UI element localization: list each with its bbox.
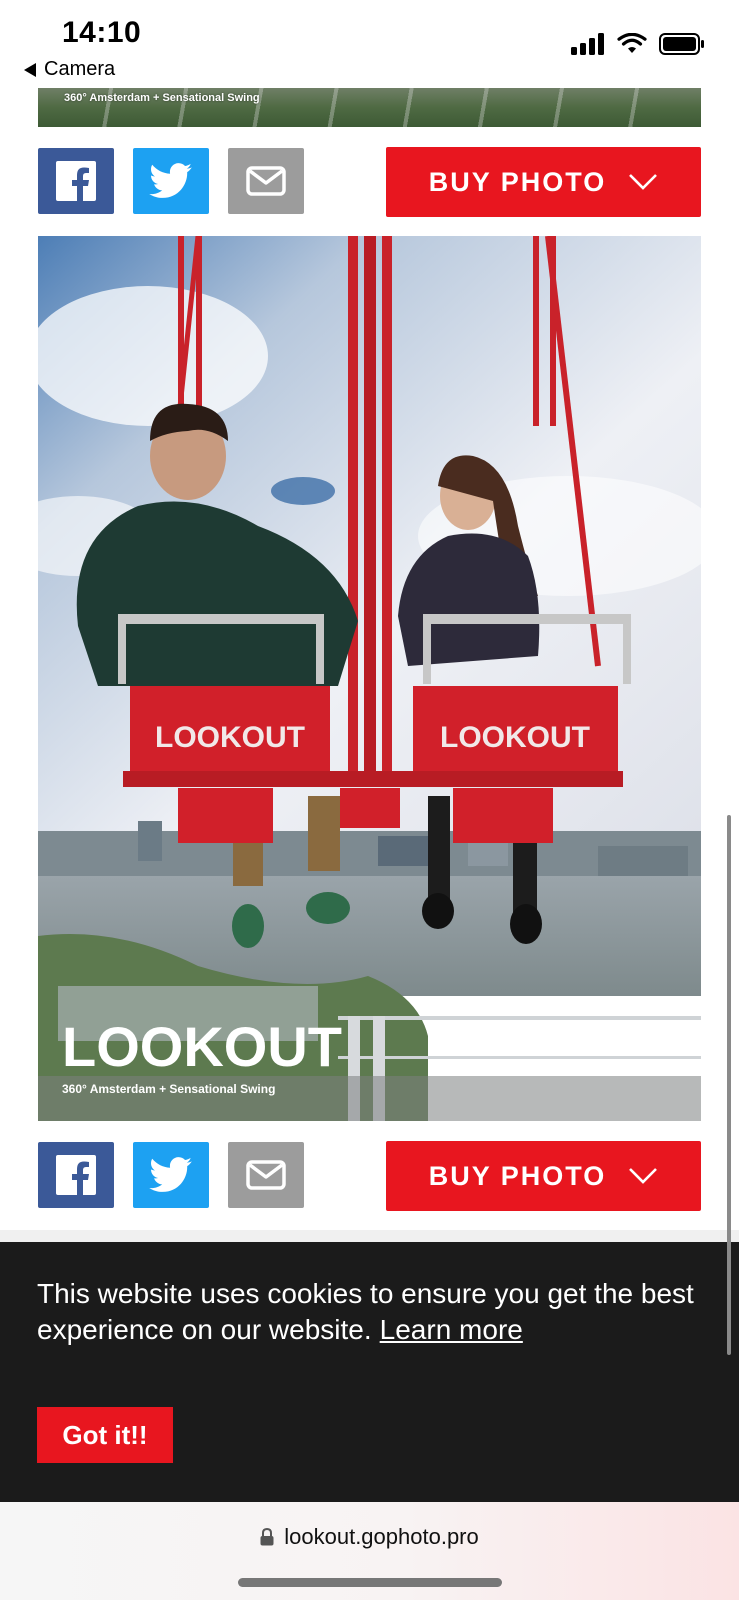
seat-logo-right: LOOKOUT bbox=[440, 721, 590, 754]
accept-cookies-button[interactable]: Got it!! bbox=[37, 1407, 173, 1463]
buy-photo-button[interactable]: BUY PHOTO bbox=[386, 1141, 701, 1211]
share-row-top: BUY PHOTO bbox=[38, 147, 701, 217]
mail-icon bbox=[246, 166, 286, 196]
twitter-share-button[interactable] bbox=[133, 1142, 209, 1208]
back-arrow-icon bbox=[24, 62, 36, 77]
seat-logo-left: LOOKOUT bbox=[155, 721, 305, 754]
twitter-share-button[interactable] bbox=[133, 148, 209, 214]
status-time: 14:10 bbox=[62, 16, 142, 49]
lock-icon bbox=[260, 1528, 274, 1546]
share-row-bottom: BUY PHOTO bbox=[38, 1141, 701, 1211]
event-photo[interactable]: LOOKOUT LOOKOUT LOOKOUT 360° Amsterdam +… bbox=[38, 236, 701, 1121]
chevron-down-icon bbox=[629, 1168, 658, 1184]
cookie-message: This website uses cookies to ensure you … bbox=[37, 1278, 694, 1345]
twitter-icon bbox=[149, 1157, 192, 1192]
photo-illustration: LOOKOUT LOOKOUT LOOKOUT 360° Amsterdam +… bbox=[38, 236, 701, 1121]
home-indicator[interactable] bbox=[238, 1578, 502, 1587]
facebook-share-button[interactable] bbox=[38, 148, 114, 214]
cellular-signal-icon bbox=[571, 33, 604, 55]
email-share-button[interactable] bbox=[228, 148, 304, 214]
battery-icon bbox=[659, 33, 704, 55]
buy-photo-button[interactable]: BUY PHOTO bbox=[386, 147, 701, 217]
back-app-label: Camera bbox=[44, 58, 116, 80]
previous-photo[interactable]: 360° Amsterdam + Sensational Swing bbox=[38, 88, 701, 127]
cookie-banner: This website uses cookies to ensure you … bbox=[0, 1242, 739, 1502]
twitter-icon bbox=[149, 163, 192, 198]
chevron-down-icon bbox=[629, 174, 658, 190]
facebook-share-button[interactable] bbox=[38, 1142, 114, 1208]
wifi-icon bbox=[617, 33, 647, 53]
photo-caption: 360° Amsterdam + Sensational Swing bbox=[64, 92, 260, 104]
photo-caption-main: 360° Amsterdam + Sensational Swing bbox=[62, 1082, 275, 1096]
system-icons bbox=[571, 32, 705, 56]
browser-url-bar[interactable]: lookout.gophoto.pro bbox=[0, 1502, 739, 1600]
buy-photo-label: BUY PHOTO bbox=[428, 1160, 607, 1191]
url-display[interactable]: lookout.gophoto.pro bbox=[0, 1524, 739, 1550]
page: 14:10 Camera 360° Amsterdam + Sensationa… bbox=[0, 0, 739, 1600]
mail-icon bbox=[246, 1160, 286, 1190]
cookie-message-block: This website uses cookies to ensure you … bbox=[37, 1276, 717, 1348]
email-share-button[interactable] bbox=[228, 1142, 304, 1208]
learn-more-link[interactable]: Learn more bbox=[380, 1314, 523, 1345]
scrollbar-thumb[interactable] bbox=[727, 815, 731, 1355]
lookout-logo: LOOKOUT bbox=[62, 1015, 342, 1078]
back-to-app-button[interactable]: Camera bbox=[24, 58, 115, 81]
url-text: lookout.gophoto.pro bbox=[284, 1524, 479, 1549]
facebook-icon bbox=[56, 1155, 96, 1195]
status-bar: 14:10 Camera bbox=[0, 0, 739, 88]
facebook-icon bbox=[56, 161, 96, 201]
section-divider bbox=[0, 1230, 739, 1242]
buy-photo-label: BUY PHOTO bbox=[428, 166, 607, 197]
